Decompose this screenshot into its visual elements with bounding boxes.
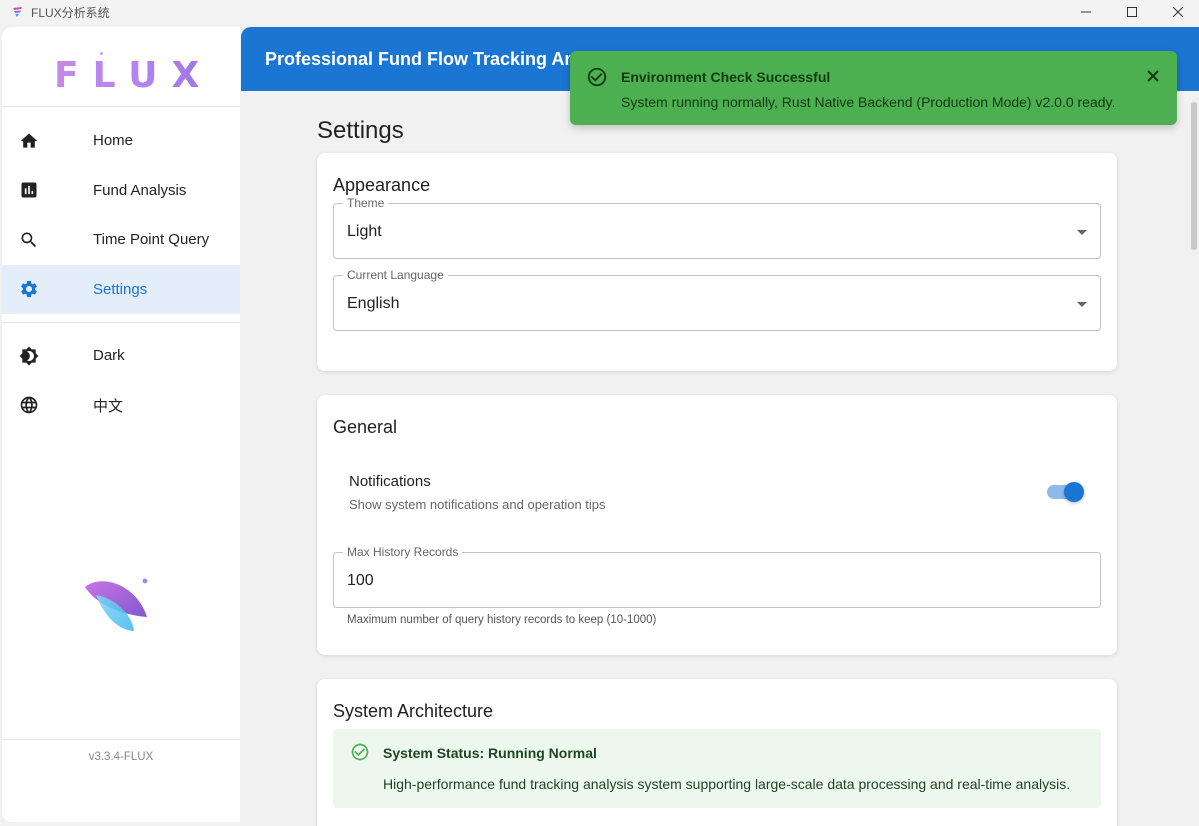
max-history-value[interactable]: 100: [347, 572, 374, 590]
gear-icon: [19, 279, 39, 299]
dropdown-arrow-icon: [1077, 302, 1087, 307]
sidebar-item-label: 中文: [93, 397, 124, 415]
search-icon: [19, 230, 39, 250]
chart-icon: [19, 180, 39, 200]
sidebar-divider: [2, 322, 240, 323]
flux-decoration-icon: [85, 578, 148, 631]
globe-icon: [19, 395, 39, 415]
toggle-thumb: [1064, 482, 1084, 502]
toast-message: System running normally, Rust Native Bac…: [621, 94, 1116, 110]
home-icon: [19, 131, 39, 151]
check-circle-icon: [587, 67, 607, 87]
sidebar-item-time-point-query[interactable]: Time Point Query: [2, 215, 240, 265]
maximize-icon: [1127, 7, 1137, 17]
architecture-card: System Architecture System Status: Runni…: [317, 679, 1117, 826]
environment-check-toast: Environment Check Successful System runn…: [570, 51, 1177, 125]
sidebar-item-label: Dark: [93, 347, 125, 365]
max-history-field[interactable]: Max History Records 100: [333, 545, 1101, 608]
notifications-desc: Show system notifications and operation …: [349, 497, 606, 512]
general-card: General Notifications Show system notifi…: [317, 395, 1117, 655]
max-history-label: Max History Records: [343, 545, 463, 559]
system-status-alert: System Status: Running Normal High-perfo…: [333, 729, 1101, 808]
notifications-title: Notifications: [349, 473, 431, 490]
sidebar-toggles: Dark 中文: [2, 331, 240, 430]
sidebar-item-label: Fund Analysis: [93, 181, 187, 199]
sidebar-item-settings[interactable]: Settings: [2, 264, 240, 314]
window-titlebar: FLUX分析系统: [0, 0, 1199, 24]
logo-area: FLUX: [2, 27, 240, 107]
language-select[interactable]: Current Language English: [333, 268, 1101, 331]
sidebar-item-home[interactable]: Home: [2, 116, 240, 166]
appearance-title: Appearance: [333, 175, 431, 195]
sidebar-nav: Home Fund Analysis Time Point Query Sett…: [2, 116, 240, 314]
general-title: General: [333, 417, 398, 437]
close-icon: [1147, 70, 1159, 82]
system-status-desc: High-performance fund tracking analysis …: [383, 776, 1071, 792]
sidebar-item-label: Time Point Query: [93, 231, 210, 249]
theme-toggle-dark[interactable]: Dark: [2, 331, 240, 381]
scrollbar-thumb[interactable]: [1191, 102, 1197, 250]
toast-title: Environment Check Successful: [621, 69, 831, 85]
theme-select[interactable]: Theme Light: [333, 196, 1101, 259]
sidebar-item-label: Settings: [93, 280, 148, 298]
main-content: Professional Fund Flow Tracking Analysis…: [241, 27, 1199, 826]
close-icon: [1173, 7, 1183, 17]
sidebar-item-label: Home: [93, 132, 134, 150]
minimize-icon: [1081, 11, 1091, 13]
language-label: Current Language: [343, 268, 448, 282]
system-status-title: System Status: Running Normal: [383, 745, 597, 761]
sidebar-item-fund-analysis[interactable]: Fund Analysis: [2, 166, 240, 216]
logo-sparkle: [100, 52, 103, 55]
close-window-button[interactable]: [1155, 0, 1199, 24]
theme-value: Light: [347, 223, 382, 240]
dropdown-arrow-icon: [1077, 230, 1087, 235]
sidebar: FLUX Home Fund Analysis Time Point Query: [2, 27, 240, 822]
notifications-toggle[interactable]: [1047, 482, 1085, 502]
app-icon: [13, 7, 22, 17]
minimize-button[interactable]: [1063, 0, 1109, 24]
app-version: v3.3.4-FLUX: [88, 751, 154, 763]
brightness-icon: [19, 346, 39, 366]
toast-close-button[interactable]: [1144, 67, 1162, 85]
version-divider: [2, 739, 240, 740]
theme-label: Theme: [343, 196, 389, 210]
window-title: FLUX分析系统: [31, 6, 110, 20]
architecture-title: System Architecture: [333, 701, 494, 721]
page-title: Settings: [317, 117, 404, 144]
max-history-helper: Maximum number of query history records …: [347, 614, 657, 626]
language-value: English: [347, 295, 400, 312]
appearance-card: Appearance Theme Light Current Language …: [317, 153, 1117, 371]
check-circle-icon: [351, 743, 369, 761]
language-toggle[interactable]: 中文: [2, 381, 240, 431]
maximize-button[interactable]: [1109, 0, 1155, 24]
flux-logo: FLUX: [54, 55, 214, 96]
